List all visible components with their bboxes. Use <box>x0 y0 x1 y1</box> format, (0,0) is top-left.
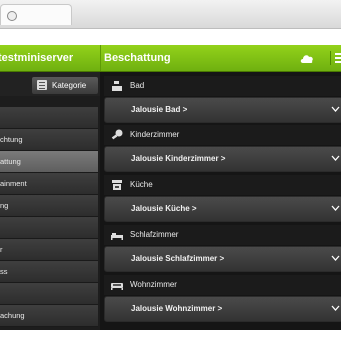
menu-icon[interactable] <box>330 51 341 65</box>
miniserver-title: testminiserver <box>0 45 101 71</box>
miniserver-title-text: testminiserver <box>0 52 74 64</box>
room-header-kinderzimmer: Kinderzimmer <box>104 125 341 145</box>
room-header-bad: Bad <box>104 76 341 96</box>
jalousie-label: Jalousie Wohnzimmer > <box>131 304 223 313</box>
room-header-wohnzimmer: Wohnzimmer <box>104 275 341 295</box>
cloud-icon[interactable] <box>299 52 315 64</box>
browser-tab[interactable] <box>0 4 72 25</box>
sidebar-item[interactable] <box>0 107 98 129</box>
chevron-down-icon <box>331 255 340 261</box>
globe-icon <box>7 11 17 21</box>
bathroom-icon <box>112 81 122 91</box>
chevron-down-icon <box>331 205 340 211</box>
jalousie-row-kueche[interactable]: Jalousie Küche > <box>104 196 341 222</box>
kitchen-icon <box>112 180 122 190</box>
top-bar: testminiserver Beschattung <box>0 45 341 72</box>
jalousie-label: Jalousie Schlafzimmer > <box>131 254 225 263</box>
sidebar-item-label: ng <box>0 201 9 210</box>
category-sidebar: Kategorie chtung attung ainment ng r ss … <box>0 72 100 330</box>
chevron-down-icon <box>331 155 340 161</box>
sidebar-item-label: achung <box>0 311 25 320</box>
jalousie-row-kinderzimmer[interactable]: Jalousie Kinderzimmer > <box>104 146 341 172</box>
chevron-down-icon <box>331 106 340 112</box>
app-window: testminiserver Beschattung Kategorie cht… <box>0 45 341 330</box>
category-button-label: Kategorie <box>52 81 87 90</box>
sidebar-item-label: attung <box>0 157 21 166</box>
kids-room-icon <box>111 129 123 140</box>
room-name: Wohnzimmer <box>130 280 177 289</box>
sidebar-item[interactable]: chtung <box>0 129 98 151</box>
jalousie-label: Jalousie Kinderzimmer > <box>131 154 226 163</box>
sidebar-item[interactable]: achung <box>0 305 98 327</box>
jalousie-row-schlafzimmer[interactable]: Jalousie Schlafzimmer > <box>104 246 341 272</box>
sidebar-item-label: r <box>0 245 3 254</box>
jalousie-label: Jalousie Bad > <box>131 105 188 114</box>
jalousie-row-bad[interactable]: Jalousie Bad > <box>104 97 341 123</box>
sidebar-item-label: ainment <box>0 179 27 188</box>
bed-icon <box>111 233 123 240</box>
category-button[interactable]: Kategorie <box>31 76 99 95</box>
sidebar-item[interactable]: ng <box>0 195 98 217</box>
room-name: Bad <box>130 81 145 90</box>
sidebar-item-label: chtung <box>0 135 23 144</box>
page-title: Beschattung <box>104 52 171 64</box>
sidebar-item[interactable]: ainment <box>0 173 98 195</box>
jalousie-row-wohnzimmer[interactable]: Jalousie Wohnzimmer > <box>104 296 341 322</box>
browser-chrome <box>0 0 341 29</box>
sidebar-item[interactable] <box>0 283 98 305</box>
sidebar-item[interactable]: ss <box>0 261 98 283</box>
list-icon <box>37 80 47 90</box>
chevron-down-icon <box>331 305 340 311</box>
sidebar-item-label: ss <box>0 267 8 276</box>
room-header-kueche: Küche <box>104 175 341 195</box>
sidebar-item[interactable]: r <box>0 239 98 261</box>
room-name: Küche <box>130 180 153 189</box>
room-header-schlafzimmer: Schlafzimmer <box>104 225 341 245</box>
jalousie-label: Jalousie Küche > <box>131 204 197 213</box>
sofa-icon <box>111 283 123 290</box>
room-name: Schlafzimmer <box>130 230 179 239</box>
category-toolbar: Kategorie <box>0 72 100 96</box>
room-name: Kinderzimmer <box>130 130 180 139</box>
sidebar-item-active[interactable]: attung <box>0 151 98 173</box>
sidebar-item[interactable] <box>0 217 98 239</box>
